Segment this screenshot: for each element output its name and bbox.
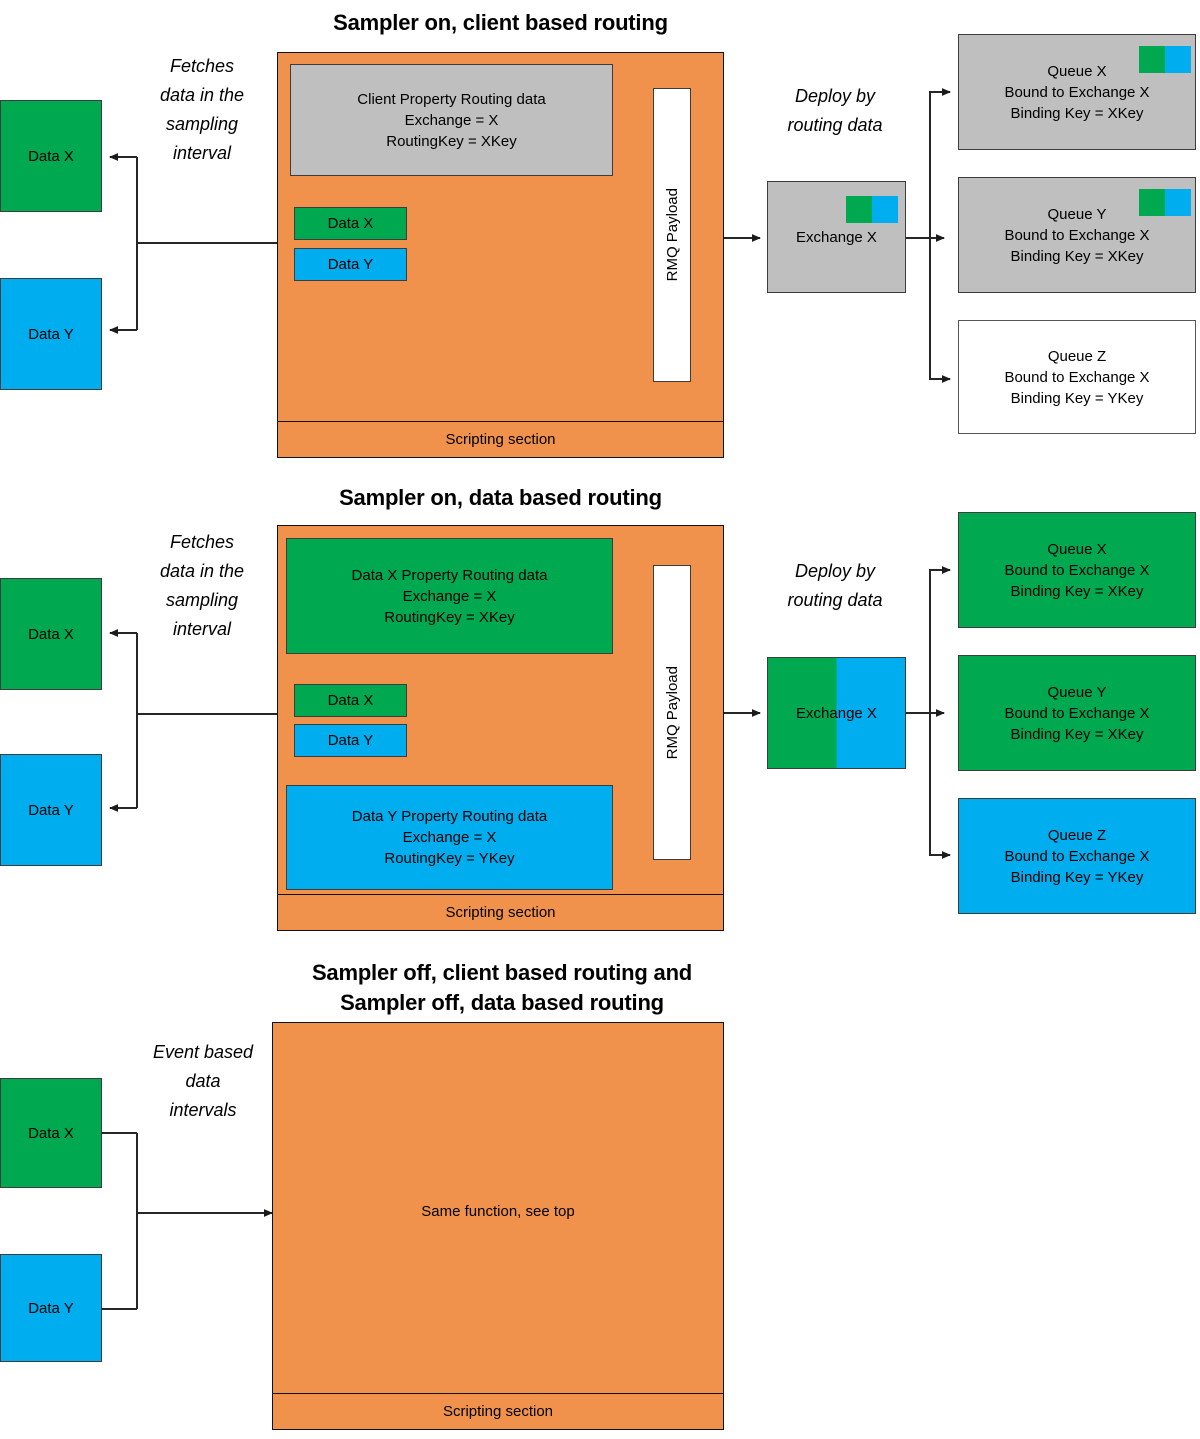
queue-y-name-1: Queue Y bbox=[1047, 205, 1107, 223]
inner-data-y-label-2: Data Y bbox=[327, 732, 374, 749]
source-data-y-label-2: Data Y bbox=[28, 801, 74, 819]
queue-x-name-2: Queue X bbox=[1047, 540, 1107, 558]
section-3-title-line-2: Sampler off, data based routing bbox=[340, 990, 664, 1015]
swatch-green-icon bbox=[1139, 189, 1165, 216]
inner-data-y-box-2: Data Y bbox=[294, 724, 407, 757]
scripting-section-strip-3: Scripting section bbox=[273, 1393, 723, 1429]
inner-data-y-box-1: Data Y bbox=[294, 248, 407, 281]
section-3-left-note: Event based data intervals bbox=[152, 1042, 254, 1120]
inner-data-x-label-1: Data X bbox=[327, 215, 374, 232]
section-1-mid-note: Deploy by routing data bbox=[787, 86, 883, 135]
exchange-x-label-1: Exchange X bbox=[796, 228, 877, 246]
client-property-routing-block: Client Property Routing data Exchange = … bbox=[290, 64, 613, 176]
queue-x-key-2: Binding Key = XKey bbox=[1010, 582, 1144, 600]
swatch-blue-icon bbox=[1165, 189, 1191, 216]
queue-y-swatch-1 bbox=[1139, 189, 1191, 216]
queue-x-name-1: Queue X bbox=[1047, 62, 1107, 80]
exchange-x-label-2: Exchange X bbox=[796, 704, 877, 722]
inner-data-y-label-1: Data Y bbox=[327, 256, 374, 273]
queue-z-box-1: Queue Z Bound to Exchange X Binding Key … bbox=[958, 320, 1196, 434]
rmq-payload-label-2: RMQ Payload bbox=[663, 665, 681, 760]
exchange-x-swatch-1 bbox=[846, 196, 898, 223]
source-data-y-label-1: Data Y bbox=[28, 325, 74, 343]
queue-z-key-1: Binding Key = YKey bbox=[1010, 389, 1144, 407]
swatch-green-icon bbox=[1139, 46, 1165, 73]
routing-line-3: RoutingKey = XKey bbox=[386, 132, 517, 150]
source-data-y-box-1: Data Y bbox=[0, 278, 102, 390]
swatch-blue-icon bbox=[1165, 46, 1191, 73]
queue-y-bound-2: Bound to Exchange X bbox=[1004, 704, 1150, 722]
source-data-y-box-3: Data Y bbox=[0, 1254, 102, 1362]
queue-x-bound-2: Bound to Exchange X bbox=[1004, 561, 1150, 579]
queue-z-name-2: Queue Z bbox=[1047, 826, 1107, 844]
scripting-section-strip-2: Scripting section bbox=[278, 894, 723, 930]
inner-data-x-box-2: Data X bbox=[294, 684, 407, 717]
exchange-x-box-2: Exchange X bbox=[767, 657, 906, 769]
queue-x-bound-1: Bound to Exchange X bbox=[1004, 83, 1150, 101]
diagram-canvas: Sampler on, client based routing Fetches… bbox=[0, 0, 1200, 1439]
rmq-payload-label-1: RMQ Payload bbox=[663, 188, 681, 282]
source-data-x-box-1: Data X bbox=[0, 100, 102, 212]
routing-line-2: Exchange = X bbox=[404, 111, 499, 129]
section-2-title: Sampler on, data based routing bbox=[339, 485, 662, 510]
swatch-green-icon bbox=[846, 196, 872, 223]
source-data-x-box-2: Data X bbox=[0, 578, 102, 690]
source-data-y-box-2: Data Y bbox=[0, 754, 102, 866]
queue-z-key-2: Binding Key = YKey bbox=[1010, 868, 1144, 886]
scripting-section-label-2: Scripting section bbox=[445, 904, 556, 921]
inner-data-x-box-1: Data X bbox=[294, 207, 407, 240]
scripting-panel-3: Same function, see top Scripting section bbox=[272, 1022, 724, 1430]
section-1-left-note: Fetches data in the sampling interval bbox=[159, 56, 245, 163]
source-data-x-label-3: Data X bbox=[28, 1124, 74, 1142]
source-data-x-label-2: Data X bbox=[28, 625, 74, 643]
queue-x-key-1: Binding Key = XKey bbox=[1010, 104, 1144, 122]
section-2-left-note: Fetches data in the sampling interval bbox=[159, 532, 245, 639]
scripting-section-label-1: Scripting section bbox=[445, 431, 556, 448]
queue-z-bound-1: Bound to Exchange X bbox=[1004, 368, 1150, 386]
swatch-blue-icon bbox=[872, 196, 898, 223]
same-function-label: Same function, see top bbox=[421, 1203, 575, 1220]
scripting-section-label-3: Scripting section bbox=[442, 1403, 554, 1420]
source-data-y-label-3: Data Y bbox=[28, 1299, 74, 1317]
routing-line-1: Client Property Routing data bbox=[357, 90, 546, 108]
routing-x-line-2: Exchange = X bbox=[402, 587, 497, 605]
scripting-section-strip-1: Scripting section bbox=[278, 421, 723, 457]
rmq-payload-box-2: RMQ Payload bbox=[653, 565, 691, 860]
data-x-property-routing-block: Data X Property Routing data Exchange = … bbox=[286, 538, 613, 654]
section-2-mid-note: Deploy by routing data bbox=[787, 561, 883, 610]
routing-x-line-3: RoutingKey = XKey bbox=[384, 608, 515, 626]
queue-y-box-2: Queue Y Bound to Exchange X Binding Key … bbox=[958, 655, 1196, 771]
routing-y-line-1: Data Y Property Routing data bbox=[351, 808, 548, 825]
rmq-payload-box-1: RMQ Payload bbox=[653, 88, 691, 382]
routing-x-line-1: Data X Property Routing data bbox=[351, 566, 548, 584]
section-3-title-line-1: Sampler off, client based routing and bbox=[311, 960, 693, 985]
queue-y-name-2: Queue Y bbox=[1047, 683, 1107, 701]
routing-y-line-2: Exchange = X bbox=[402, 829, 497, 846]
source-data-x-box-3: Data X bbox=[0, 1078, 102, 1188]
queue-z-name-1: Queue Z bbox=[1047, 347, 1107, 365]
queue-z-box-2: Queue Z Bound to Exchange X Binding Key … bbox=[958, 798, 1196, 914]
source-data-x-label-1: Data X bbox=[28, 147, 74, 165]
queue-y-key-2: Binding Key = XKey bbox=[1010, 725, 1144, 743]
queue-x-swatch-1 bbox=[1139, 46, 1191, 73]
section-1-title: Sampler on, client based routing bbox=[333, 10, 668, 35]
queue-y-bound-1: Bound to Exchange X bbox=[1004, 226, 1150, 244]
queue-y-key-1: Binding Key = XKey bbox=[1010, 247, 1144, 265]
queue-x-box-2: Queue X Bound to Exchange X Binding Key … bbox=[958, 512, 1196, 628]
routing-y-line-3: RoutingKey = YKey bbox=[384, 850, 515, 867]
inner-data-x-label-2: Data X bbox=[327, 692, 374, 709]
data-y-property-routing-block: Data Y Property Routing data Exchange = … bbox=[286, 785, 613, 890]
queue-z-bound-2: Bound to Exchange X bbox=[1004, 847, 1150, 865]
